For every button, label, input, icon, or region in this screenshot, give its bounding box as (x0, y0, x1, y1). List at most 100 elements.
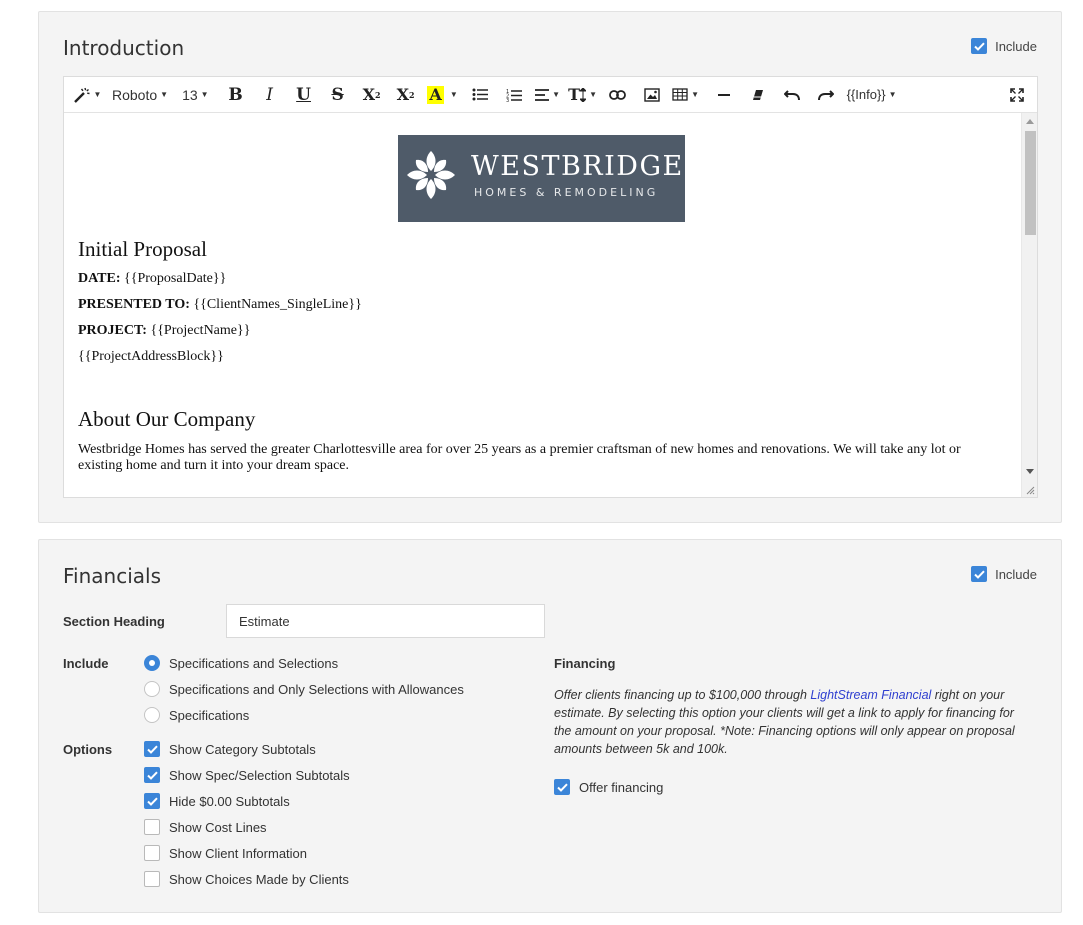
underline-icon[interactable]: U (287, 81, 321, 109)
doc-date-value: {{ProposalDate}} (120, 271, 227, 286)
option-show-cost-lines[interactable]: Show Cost Lines (144, 819, 267, 835)
font-size-dropdown[interactable]: 13 ▼ (182, 81, 209, 109)
include-option-specs-allowances[interactable]: Specifications and Only Selections with … (144, 681, 464, 697)
info-merge-field-dropdown[interactable]: {{Info}} ▼ (847, 81, 897, 109)
include-option-label: Specifications and Selections (169, 655, 339, 671)
doc-date-label: DATE: (78, 271, 121, 286)
include-option-label: Specifications and Only Selections with … (169, 681, 464, 697)
checkbox-hide-zero-subtotals[interactable] (144, 793, 160, 809)
include-option-specifications[interactable]: Specifications (144, 707, 249, 723)
include-option-specs-and-selections[interactable]: Specifications and Selections (144, 655, 338, 671)
option-label: Hide $0.00 Subtotals (169, 793, 290, 809)
option-label: Show Category Subtotals (169, 741, 316, 757)
include-group-label: Include (63, 656, 109, 671)
doc-address-line: {{ProjectAddressBlock}} (78, 349, 224, 364)
checkbox-show-category-subtotals[interactable] (144, 741, 160, 757)
fullscreen-icon[interactable] (1007, 81, 1027, 109)
logo-name: WESTBRIDGE (471, 151, 684, 182)
option-show-choices-made-by-clients[interactable]: Show Choices Made by Clients (144, 871, 349, 887)
radio-specs-and-selections[interactable] (144, 655, 160, 671)
option-show-client-information[interactable]: Show Client Information (144, 845, 307, 861)
highlight-color-icon[interactable]: A ▼ (423, 81, 463, 109)
doc-about-paragraph: Westbridge Homes has served the greater … (78, 442, 961, 473)
checkbox-show-spec-selection-subtotals[interactable] (144, 767, 160, 783)
checkbox-show-cost-lines[interactable] (144, 819, 160, 835)
svg-text:3: 3 (506, 98, 509, 102)
numbered-list-icon[interactable]: 123 (497, 81, 531, 109)
editor-document[interactable]: WESTBRIDGE HOMES & REMODELING Initial Pr… (64, 113, 1022, 497)
rich-text-editor[interactable]: ▼ Roboto ▼ 13 ▼ B I U S X2 X2 A ▼ 123 ▼ … (63, 76, 1038, 498)
checkbox-show-client-information[interactable] (144, 845, 160, 861)
scroll-down-arrow-icon[interactable] (1026, 469, 1034, 474)
introduction-section: Introduction Include ▼ Roboto ▼ 13 ▼ B I U… (38, 11, 1062, 523)
offer-financing-checkbox[interactable] (554, 779, 570, 795)
radio-specs-allowances[interactable] (144, 681, 160, 697)
financials-include-toggle[interactable]: Include (971, 566, 1037, 582)
doc-project-line: PROJECT: {{ProjectName}} (78, 323, 250, 339)
scroll-up-arrow-icon[interactable] (1026, 119, 1034, 124)
image-icon[interactable] (635, 81, 669, 109)
option-label: Show Choices Made by Clients (169, 871, 349, 887)
doc-presented-line: PRESENTED TO: {{ClientNames_SingleLine}} (78, 297, 362, 313)
doc-presented-value: {{ClientNames_SingleLine}} (189, 297, 362, 312)
superscript-icon[interactable]: X2 (355, 81, 389, 109)
option-hide-zero-subtotals[interactable]: Hide $0.00 Subtotals (144, 793, 290, 809)
financials-title: Financials (63, 564, 161, 588)
offer-financing-toggle[interactable]: Offer financing (554, 779, 663, 795)
doc-presented-label: PRESENTED TO: (78, 297, 190, 312)
horizontal-rule-icon[interactable] (707, 81, 741, 109)
redo-icon[interactable] (809, 81, 843, 109)
bold-icon[interactable]: B (219, 81, 253, 109)
doc-date-line: DATE: {{ProposalDate}} (78, 271, 226, 287)
options-group-label: Options (63, 742, 113, 757)
doc-heading-initial-proposal: Initial Proposal (78, 237, 207, 261)
editor-toolbar: ▼ Roboto ▼ 13 ▼ B I U S X2 X2 A ▼ 123 ▼ … (64, 77, 1037, 113)
introduction-include-toggle[interactable]: Include (971, 38, 1037, 54)
introduction-title: Introduction (63, 36, 185, 60)
font-size-value: 13 (182, 86, 198, 103)
doc-heading-about: About Our Company (78, 407, 256, 431)
option-label: Show Client Information (169, 845, 308, 861)
bullet-list-icon[interactable] (463, 81, 497, 109)
link-icon[interactable] (601, 81, 635, 109)
financials-section: Financials Include Section Heading Estim… (38, 539, 1062, 913)
font-family-value: Roboto (112, 86, 158, 103)
resize-handle-icon[interactable] (1025, 485, 1035, 495)
logo-tagline: HOMES & REMODELING (474, 186, 659, 199)
checkbox-show-choices-made-by-clients[interactable] (144, 871, 160, 887)
option-label: Show Cost Lines (169, 819, 267, 835)
financials-include-label: Include (995, 566, 1037, 582)
section-heading-label: Section Heading (63, 614, 165, 629)
introduction-include-checkbox[interactable] (971, 38, 988, 54)
info-merge-field-label: {{Info}} (846, 87, 886, 102)
strikethrough-icon[interactable]: S (321, 81, 355, 109)
italic-icon[interactable]: I (253, 81, 287, 109)
option-show-spec-selection-subtotals[interactable]: Show Spec/Selection Subtotals (144, 767, 350, 783)
section-heading-value: Estimate (239, 613, 290, 629)
offer-financing-label: Offer financing (579, 779, 664, 795)
option-show-category-subtotals[interactable]: Show Category Subtotals (144, 741, 316, 757)
section-heading-input[interactable]: Estimate (226, 604, 545, 638)
company-logo: WESTBRIDGE HOMES & REMODELING (398, 135, 685, 222)
option-label: Show Spec/Selection Subtotals (169, 767, 350, 783)
financials-include-checkbox[interactable] (971, 566, 988, 582)
doc-project-label: PROJECT: (78, 323, 147, 338)
text-height-icon[interactable]: T ▼ (565, 81, 601, 109)
undo-icon[interactable] (775, 81, 809, 109)
doc-project-value: {{ProjectName}} (146, 323, 251, 338)
financing-desc-text: Offer clients financing up to $100,000 t… (554, 688, 811, 702)
editor-scrollbar[interactable] (1021, 113, 1037, 497)
include-option-label: Specifications (169, 707, 250, 723)
magic-wand-icon[interactable]: ▼ (70, 81, 104, 109)
table-icon[interactable]: ▼ (669, 81, 703, 109)
lightstream-financial-link[interactable]: LightStream Financial (810, 688, 931, 702)
introduction-include-label: Include (995, 38, 1037, 54)
subscript-icon[interactable]: X2 (389, 81, 423, 109)
align-dropdown-icon[interactable]: ▼ (531, 81, 565, 109)
eraser-icon[interactable] (741, 81, 775, 109)
font-family-dropdown[interactable]: Roboto ▼ (112, 81, 168, 109)
radio-specifications[interactable] (144, 707, 160, 723)
scrollbar-thumb[interactable] (1025, 131, 1036, 235)
logo-flower-icon (407, 151, 455, 199)
financing-description: Offer clients financing up to $100,000 t… (554, 686, 1034, 758)
